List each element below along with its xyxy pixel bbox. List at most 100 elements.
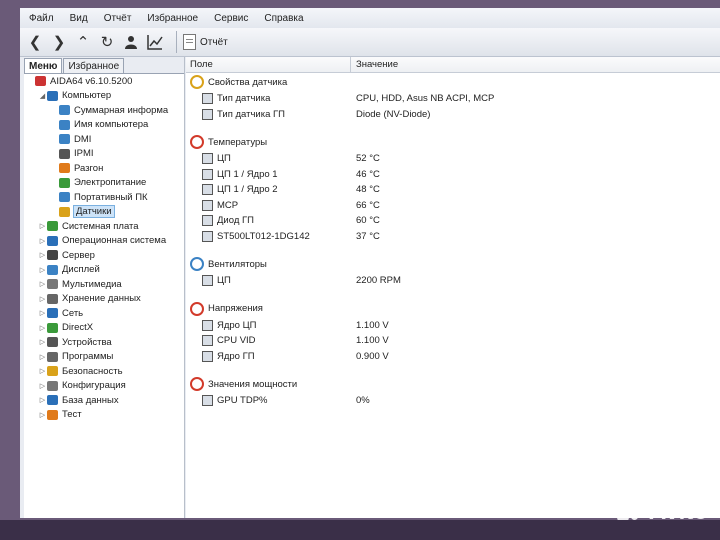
collapsed-arrow-icon[interactable]: ▷ <box>38 251 47 259</box>
tree-item[interactable]: AIDA64 v6.10.5200 <box>24 74 184 89</box>
sensor-row[interactable]: Ядро ЦП 1.100 V <box>202 318 712 333</box>
tree-item-label: Датчики <box>73 205 115 219</box>
collapsed-arrow-icon[interactable]: ▷ <box>38 295 47 303</box>
collapsed-arrow-icon[interactable]: ▷ <box>38 309 47 317</box>
sensor-row[interactable]: ST500LT012-1DG142 37 °C <box>202 229 712 244</box>
tree-item[interactable]: ▷ DirectX <box>24 321 184 336</box>
tree-item[interactable]: IPMI <box>24 147 184 162</box>
tree-item-label: Программы <box>62 351 114 363</box>
collapsed-arrow-icon[interactable]: ▷ <box>38 396 47 404</box>
collapsed-arrow-icon[interactable]: ▷ <box>38 266 47 274</box>
tree-item[interactable]: ▷ Системная плата <box>24 219 184 234</box>
tree-item-label: Мультимедиа <box>62 278 122 290</box>
menu-help[interactable]: Справка <box>261 11 306 26</box>
sensor-row[interactable]: ЦП 1 / Ядро 2 48 °C <box>202 182 712 197</box>
sensor-group-header[interactable]: Температуры <box>190 135 267 149</box>
chart-icon[interactable] <box>144 31 166 53</box>
collapsed-arrow-icon[interactable]: ▷ <box>38 382 47 390</box>
collapsed-arrow-icon[interactable]: ▷ <box>38 280 47 288</box>
sensor-value: 0.900 V <box>356 350 389 362</box>
tree-item-label: DirectX <box>62 322 94 334</box>
tree-item[interactable]: ▷ Конфигурация <box>24 379 184 394</box>
sensor-field-label: MCP <box>217 199 239 211</box>
collapsed-arrow-icon[interactable]: ▷ <box>38 324 47 332</box>
user-icon[interactable] <box>120 31 142 53</box>
sensor-field-label: ST500LT012-1DG142 <box>217 230 310 242</box>
tree-item[interactable]: Датчики <box>24 205 184 220</box>
menu-report[interactable]: Отчёт <box>101 11 135 26</box>
sensor-row[interactable]: GPU TDP% 0% <box>202 393 712 408</box>
tree-item[interactable]: Имя компьютера <box>24 118 184 133</box>
refresh-icon[interactable]: ↻ <box>96 31 118 53</box>
tree-item-label: Суммарная информа <box>74 104 169 116</box>
sensor-group-header[interactable]: Напряжения <box>190 301 263 316</box>
expanded-arrow-icon[interactable]: ◢ <box>38 92 47 100</box>
tree-item[interactable]: ▷ Тест <box>24 408 184 423</box>
up-icon[interactable]: ⌃ <box>72 31 94 53</box>
sensor-row[interactable]: Тип датчика ГП Diode (NV-Diode) <box>202 107 712 122</box>
sensor-icon <box>202 184 213 195</box>
tree-item[interactable]: ▷ Сеть <box>24 306 184 321</box>
back-icon[interactable]: ❮ <box>24 31 46 53</box>
column-divider[interactable] <box>350 57 351 72</box>
tree-item[interactable]: ▷ Хранение данных <box>24 292 184 307</box>
tree-item[interactable]: Электропитание <box>24 176 184 191</box>
sensor-row[interactable]: ЦП 52 °C <box>202 151 712 166</box>
sensor-group-header[interactable]: Свойства датчика <box>190 75 287 89</box>
tree-item[interactable]: DMI <box>24 132 184 147</box>
menu-file[interactable]: Файл <box>26 11 57 26</box>
report-button[interactable]: Отчёт <box>183 34 228 50</box>
column-field[interactable]: Поле <box>190 59 213 70</box>
sensor-row[interactable]: Диод ГП 60 °C <box>202 213 712 228</box>
sensor-row[interactable]: MCP 66 °C <box>202 198 712 213</box>
column-value[interactable]: Значение <box>356 59 398 70</box>
collapsed-arrow-icon[interactable]: ▷ <box>38 367 47 375</box>
tree-item[interactable]: ▷ Мультимедиа <box>24 277 184 292</box>
sensor-group-header[interactable]: Вентиляторы <box>190 257 267 271</box>
tree-item[interactable]: ◢ Компьютер <box>24 89 184 104</box>
sensor-field: ЦП <box>202 275 231 286</box>
tree-item[interactable]: ▷ Операционная система <box>24 234 184 249</box>
tree-item-label: AIDA64 v6.10.5200 <box>50 75 133 87</box>
collapsed-arrow-icon[interactable]: ▷ <box>38 338 47 346</box>
sensor-row[interactable]: Тип датчика CPU, HDD, Asus NB ACPI, MCP <box>202 91 712 106</box>
group-title: Температуры <box>208 136 268 148</box>
group-title: Напряжения <box>208 303 263 314</box>
tree-item-icon <box>35 76 46 87</box>
menu-favorites[interactable]: Избранное <box>144 11 201 26</box>
tree-item-label: Тест <box>62 409 82 421</box>
tree-item-label: IPMI <box>74 148 94 160</box>
tree-item[interactable]: ▷ Дисплей <box>24 263 184 278</box>
tree-item[interactable]: ▷ Программы <box>24 350 184 365</box>
menu-service[interactable]: Сервис <box>211 11 251 26</box>
sensor-group-header[interactable]: Значения мощности <box>190 377 297 391</box>
tree-item[interactable]: ▷ Устройства <box>24 335 184 350</box>
tree-item[interactable]: Портативный ПК <box>24 190 184 205</box>
collapsed-arrow-icon[interactable]: ▷ <box>38 237 47 245</box>
forward-icon[interactable]: ❯ <box>48 31 70 53</box>
sensor-icon <box>202 108 213 120</box>
collapsed-arrow-icon[interactable]: ▷ <box>38 222 47 230</box>
group-title: Значения мощности <box>208 378 298 390</box>
sensor-row[interactable]: ЦП 1 / Ядро 1 46 °C <box>202 167 712 182</box>
tree-item[interactable]: Суммарная информа <box>24 103 184 118</box>
sensor-row[interactable]: CPU VID 1.100 V <box>202 333 712 348</box>
sensor-row[interactable]: ЦП 2200 RPM <box>202 273 712 288</box>
tree-item-label: Электропитание <box>74 177 147 189</box>
menu-view[interactable]: Вид <box>67 11 91 26</box>
tree-item[interactable]: Разгон <box>24 161 184 176</box>
sensor-field: Ядро ГП <box>202 350 255 362</box>
tree-item[interactable]: ▷ Сервер <box>24 248 184 263</box>
collapsed-arrow-icon[interactable]: ▷ <box>38 411 47 419</box>
tab-menu[interactable]: Меню <box>24 58 63 73</box>
tab-favorites[interactable]: Избранное <box>63 58 125 73</box>
tree-item-label: Дисплей <box>62 264 100 276</box>
collapsed-arrow-icon[interactable]: ▷ <box>38 353 47 361</box>
tree-item-icon <box>59 192 70 203</box>
tree-item[interactable]: ▷ Безопасность <box>24 364 184 379</box>
sensor-value: 2200 RPM <box>356 275 401 286</box>
tree-item[interactable]: ▷ База данных <box>24 393 184 408</box>
tree-item-icon <box>59 134 70 145</box>
sensor-field: MCP <box>202 199 239 211</box>
sensor-row[interactable]: Ядро ГП 0.900 V <box>202 349 712 364</box>
